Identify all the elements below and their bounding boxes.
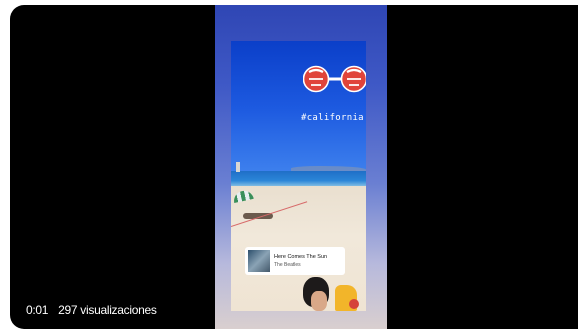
lighthouse xyxy=(236,162,240,172)
california-sticker xyxy=(303,65,366,93)
child-face xyxy=(311,291,327,311)
view-count: 297 visualizaciones xyxy=(58,303,157,317)
video-frame[interactable]: #california Here Comes The Sun The Beatl… xyxy=(215,5,387,329)
story-image: #california Here Comes The Sun The Beatl… xyxy=(231,41,366,311)
video-player[interactable]: #california Here Comes The Sun The Beatl… xyxy=(10,5,578,329)
elapsed-time: 0:01 xyxy=(26,303,49,317)
red-toy xyxy=(349,299,359,309)
music-sticker: Here Comes The Sun The Beatles xyxy=(245,247,345,275)
album-art xyxy=(248,250,270,272)
hashtag-text: #california xyxy=(301,113,364,123)
video-info-overlay: 0:01 297 visualizaciones xyxy=(26,303,157,317)
sea xyxy=(231,171,366,187)
song-title: Here Comes The Sun xyxy=(274,254,328,260)
song-artist: The Beatles xyxy=(274,262,301,268)
